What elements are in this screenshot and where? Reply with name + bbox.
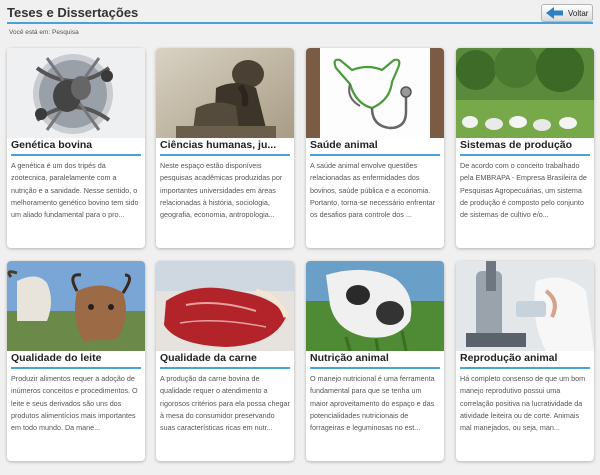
card-ciencias-humanas[interactable]: Ciências humanas, ju... Neste espaço est… bbox=[156, 48, 294, 248]
card-title: Genética bovina bbox=[11, 139, 93, 151]
page-header: Teses e Dissertações Voltar bbox=[0, 0, 600, 24]
card-description: De acordo com o conceito trabalhado pela… bbox=[460, 161, 587, 220]
breadcrumb: Você está em: Pesquisa bbox=[9, 29, 79, 36]
card-divider bbox=[460, 154, 590, 156]
cow-eating-grass-image bbox=[306, 261, 444, 351]
thinker-statue-image bbox=[156, 48, 294, 138]
card-title: Reprodução animal bbox=[460, 352, 558, 364]
lab-microscope-image bbox=[456, 261, 594, 351]
card-description: A saúde animal envolve questões relacion… bbox=[310, 161, 436, 220]
card-title: Ciências humanas, ju... bbox=[160, 139, 277, 151]
card-reproducao-animal[interactable]: Reprodução animal Há completo consenso d… bbox=[456, 261, 594, 461]
page-title: Teses e Dissertações bbox=[7, 5, 139, 20]
card-divider bbox=[310, 367, 440, 369]
card-title: Saúde animal bbox=[310, 139, 378, 151]
stethoscope-cow-image bbox=[306, 48, 444, 138]
card-divider bbox=[160, 154, 290, 156]
card-divider bbox=[310, 154, 440, 156]
raw-beef-image bbox=[156, 261, 294, 351]
card-divider bbox=[160, 367, 290, 369]
card-divider bbox=[11, 367, 141, 369]
card-sistemas-producao[interactable]: Sistemas de produção De acordo com o con… bbox=[456, 48, 594, 248]
dairy-cattle-image bbox=[7, 261, 145, 351]
card-saude-animal[interactable]: Saúde animal A saúde animal envolve ques… bbox=[306, 48, 444, 248]
card-genetica-bovina[interactable]: Genética bovina A genética é um dos trip… bbox=[7, 48, 145, 248]
cattle-pasture-image bbox=[456, 48, 594, 138]
card-title: Qualidade da carne bbox=[160, 352, 257, 364]
card-description: A produção da carne bovina de qualidade … bbox=[160, 374, 290, 433]
card-title: Qualidade do leite bbox=[11, 352, 102, 364]
card-divider bbox=[11, 154, 141, 156]
card-description: O manejo nutricional é uma ferramenta fu… bbox=[310, 374, 435, 433]
card-description: Há completo consenso de que um bom manej… bbox=[460, 374, 586, 433]
card-description: Neste espaço estão disponíveis pesquisas… bbox=[160, 161, 283, 220]
dna-cattle-image bbox=[7, 48, 145, 138]
back-button-label: Voltar bbox=[568, 8, 589, 18]
card-title: Sistemas de produção bbox=[460, 139, 573, 151]
card-nutricao-animal[interactable]: Nutrição animal O manejo nutricional é u… bbox=[306, 261, 444, 461]
back-arrow-icon bbox=[546, 7, 563, 19]
header-divider bbox=[7, 22, 593, 24]
card-title: Nutrição animal bbox=[310, 352, 389, 364]
card-description: A genética é um dos tripés da zootecnica… bbox=[11, 161, 139, 220]
card-description: Produzir alimentos requer a adoção de in… bbox=[11, 374, 138, 433]
card-divider bbox=[460, 367, 590, 369]
back-button[interactable]: Voltar bbox=[541, 4, 593, 22]
card-qualidade-carne[interactable]: Qualidade da carne A produção da carne b… bbox=[156, 261, 294, 461]
card-qualidade-leite[interactable]: Qualidade do leite Produzir alimentos re… bbox=[7, 261, 145, 461]
